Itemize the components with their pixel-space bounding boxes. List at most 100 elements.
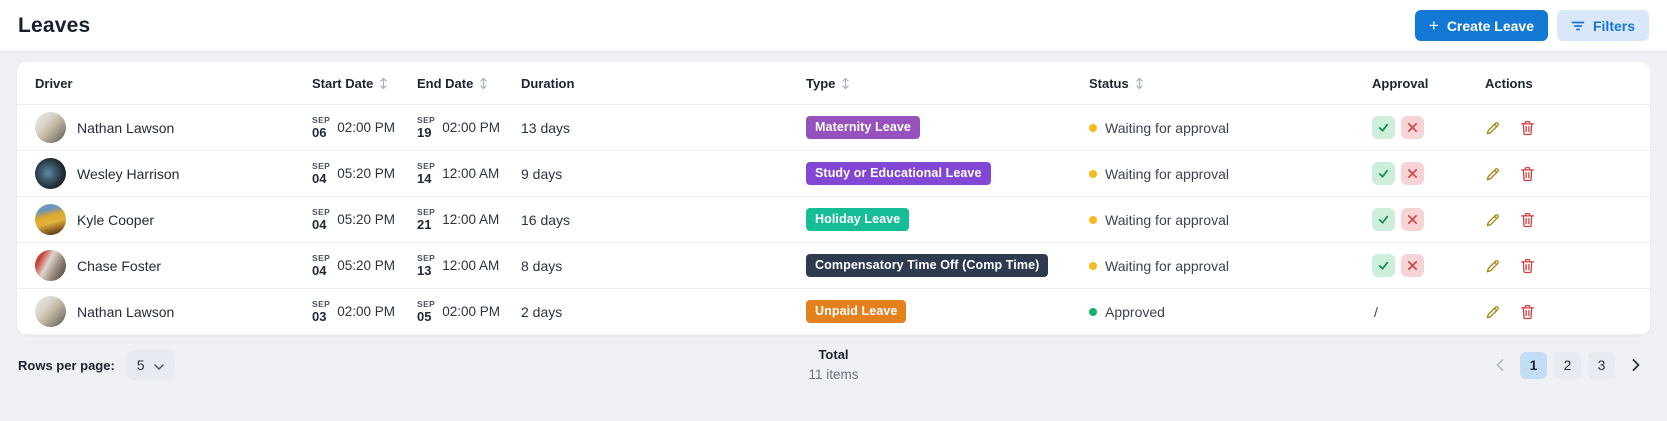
- reject-button[interactable]: [1401, 208, 1424, 231]
- driver-name: Chase Foster: [77, 258, 161, 274]
- duration-cell: 2 days: [521, 304, 806, 320]
- start-time: 05:20 PM: [337, 258, 395, 273]
- end-date-cell: SEP 13 12:00 AM: [417, 254, 521, 277]
- end-time: 12:00 AM: [442, 258, 499, 273]
- driver-avatar: [35, 250, 66, 281]
- approve-button[interactable]: [1372, 254, 1395, 277]
- column-header-duration: Duration: [521, 76, 806, 91]
- type-cell: Holiday Leave: [806, 208, 1089, 231]
- status-label: Waiting for approval: [1105, 166, 1229, 182]
- end-month: SEP: [417, 208, 435, 217]
- column-header-start-date[interactable]: Start Date: [312, 76, 417, 91]
- duration-cell: 8 days: [521, 258, 806, 274]
- approval-cell: [1372, 116, 1478, 139]
- sort-icon[interactable]: [1134, 77, 1145, 90]
- create-leave-label: Create Leave: [1447, 18, 1534, 34]
- end-month: SEP: [417, 162, 435, 171]
- page-title: Leaves: [18, 14, 90, 38]
- table-body: Nathan Lawson SEP 06 02:00 PM SEP 19 02:…: [17, 105, 1650, 335]
- column-header-actions: Actions: [1478, 76, 1632, 91]
- column-header-status[interactable]: Status: [1089, 76, 1372, 91]
- reject-button[interactable]: [1401, 116, 1424, 139]
- leave-type-badge: Compensatory Time Off (Comp Time): [806, 254, 1048, 277]
- approve-button[interactable]: [1372, 116, 1395, 139]
- driver-cell: Chase Foster: [35, 250, 312, 281]
- driver-avatar: [35, 112, 66, 143]
- total-block: Total 11 items: [808, 346, 858, 384]
- sort-icon[interactable]: [378, 77, 389, 90]
- leave-type-badge: Maternity Leave: [806, 116, 920, 139]
- top-bar: Leaves + Create Leave Filters: [0, 0, 1667, 52]
- page-button-3[interactable]: 3: [1588, 352, 1615, 379]
- sort-icon[interactable]: [840, 77, 851, 90]
- next-page-button[interactable]: [1622, 352, 1649, 379]
- start-time: 02:00 PM: [337, 120, 395, 135]
- type-cell: Maternity Leave: [806, 116, 1089, 139]
- end-day: 05: [417, 310, 431, 323]
- status-dot: [1089, 262, 1097, 270]
- column-header-approval: Approval: [1372, 76, 1478, 91]
- start-month: SEP: [312, 162, 330, 171]
- total-value: 11 items: [808, 365, 858, 385]
- page-button-2[interactable]: 2: [1554, 352, 1581, 379]
- table-header-row: Driver Start Date End Date Duration Type…: [17, 62, 1650, 105]
- driver-cell: Wesley Harrison: [35, 158, 312, 189]
- start-date-cell: SEP 04 05:20 PM: [312, 162, 417, 185]
- edit-button[interactable]: [1485, 212, 1501, 228]
- pagination: 123: [1486, 352, 1649, 379]
- page-button-1[interactable]: 1: [1520, 352, 1547, 379]
- type-cell: Unpaid Leave: [806, 300, 1089, 323]
- filter-icon: [1571, 20, 1585, 32]
- type-cell: Study or Educational Leave: [806, 162, 1089, 185]
- edit-button[interactable]: [1485, 304, 1501, 320]
- driver-cell: Kyle Cooper: [35, 204, 312, 235]
- start-time: 02:00 PM: [337, 304, 395, 319]
- delete-button[interactable]: [1520, 212, 1535, 228]
- status-label: Approved: [1105, 304, 1165, 320]
- table-row: Nathan Lawson SEP 06 02:00 PM SEP 19 02:…: [17, 105, 1650, 151]
- column-header-end-date[interactable]: End Date: [417, 76, 521, 91]
- duration-cell: 16 days: [521, 212, 806, 228]
- column-header-type[interactable]: Type: [806, 76, 1089, 91]
- start-time: 05:20 PM: [337, 212, 395, 227]
- filters-button[interactable]: Filters: [1557, 10, 1649, 41]
- end-date-cell: SEP 19 02:00 PM: [417, 116, 521, 139]
- driver-avatar: [35, 204, 66, 235]
- chevron-down-icon: [154, 357, 164, 373]
- end-date-cell: SEP 05 02:00 PM: [417, 300, 521, 323]
- start-day: 03: [312, 310, 326, 323]
- duration-cell: 9 days: [521, 166, 806, 182]
- approve-button[interactable]: [1372, 208, 1395, 231]
- delete-button[interactable]: [1520, 120, 1535, 136]
- delete-button[interactable]: [1520, 258, 1535, 274]
- status-label: Waiting for approval: [1105, 120, 1229, 136]
- edit-button[interactable]: [1485, 258, 1501, 274]
- start-date-cell: SEP 03 02:00 PM: [312, 300, 417, 323]
- driver-avatar: [35, 296, 66, 327]
- table-row: Wesley Harrison SEP 04 05:20 PM SEP 14 1…: [17, 151, 1650, 197]
- reject-button[interactable]: [1401, 162, 1424, 185]
- topbar-actions: + Create Leave Filters: [1415, 10, 1649, 41]
- reject-button[interactable]: [1401, 254, 1424, 277]
- previous-page-button[interactable]: [1486, 352, 1513, 379]
- create-leave-button[interactable]: + Create Leave: [1415, 10, 1548, 41]
- rows-per-page-select[interactable]: 5: [126, 350, 175, 380]
- end-day: 19: [417, 126, 431, 139]
- status-dot: [1089, 170, 1097, 178]
- rows-per-page: Rows per page: 5: [18, 350, 175, 380]
- sort-icon[interactable]: [478, 77, 489, 90]
- end-day: 13: [417, 264, 431, 277]
- delete-button[interactable]: [1520, 166, 1535, 182]
- end-date-cell: SEP 21 12:00 AM: [417, 208, 521, 231]
- start-date-cell: SEP 04 05:20 PM: [312, 254, 417, 277]
- actions-cell: [1478, 258, 1632, 274]
- edit-button[interactable]: [1485, 166, 1501, 182]
- end-month: SEP: [417, 254, 435, 263]
- table-row: Kyle Cooper SEP 04 05:20 PM SEP 21 12:00…: [17, 197, 1650, 243]
- status-label: Waiting for approval: [1105, 212, 1229, 228]
- edit-button[interactable]: [1485, 120, 1501, 136]
- driver-cell: Nathan Lawson: [35, 112, 312, 143]
- approve-button[interactable]: [1372, 162, 1395, 185]
- delete-button[interactable]: [1520, 304, 1535, 320]
- driver-cell: Nathan Lawson: [35, 296, 312, 327]
